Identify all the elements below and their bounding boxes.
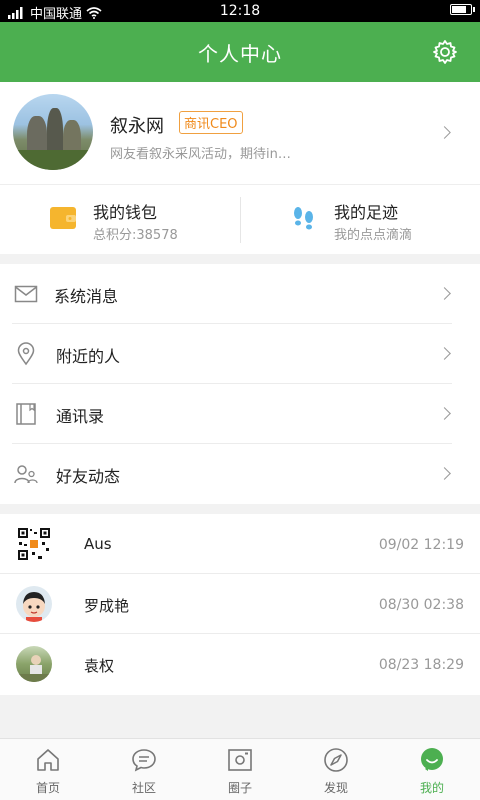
profile-name: 叙永网 — [110, 116, 164, 137]
avatar[interactable] — [13, 94, 93, 170]
wallet-title: 我的钱包 — [93, 203, 158, 222]
compass-icon — [324, 748, 348, 772]
nav-label: 发现 — [323, 781, 348, 795]
menu-item-system-messages[interactable]: 系统消息 — [0, 264, 480, 324]
footprint-button[interactable]: 我的足迹 我的点点滴滴 — [241, 185, 480, 255]
gear-icon[interactable] — [432, 39, 458, 65]
battery-icon — [450, 4, 475, 15]
profile-subtitle: 网友看叙永采风活动，期待in… — [110, 147, 291, 162]
profile-face-icon — [421, 748, 443, 771]
menu-label: 附近的人 — [56, 347, 121, 366]
chat-time: 09/02 12:19 — [378, 537, 464, 553]
chat-row[interactable]: 罗成艳 08/30 02:38 — [0, 574, 480, 634]
menu-item-nearby[interactable]: 附近的人 — [0, 324, 480, 384]
nav-label: 社区 — [131, 781, 156, 795]
footprint-title: 我的足迹 — [334, 203, 399, 222]
chat-bubble-icon — [132, 749, 156, 772]
role-badge: 商讯CEO — [179, 111, 243, 134]
photo-avatar — [16, 646, 52, 682]
wallet-footprint-row: 我的钱包 总积分:38578 我的足迹 我的点点滴滴 — [0, 184, 480, 254]
menu-item-friend-feed[interactable]: 好友动态 — [0, 444, 480, 504]
menu-label: 好友动态 — [56, 467, 121, 486]
status-right — [450, 4, 475, 15]
app-header: 个人中心 — [0, 22, 480, 82]
profile-card[interactable]: 叙永网 商讯CEO 网友看叙永采风活动，期待in… — [0, 82, 480, 184]
nav-label: 圈子 — [227, 781, 252, 795]
nav-community[interactable]: 社区 — [96, 739, 192, 800]
qr-code-avatar — [16, 526, 52, 562]
status-time: 12:18 — [219, 3, 261, 19]
wallet-button[interactable]: 我的钱包 总积分:38578 — [0, 185, 240, 255]
nav-label: 首页 — [35, 781, 60, 795]
home-icon — [37, 749, 59, 771]
chat-row[interactable]: Aus 09/02 12:19 — [0, 514, 480, 574]
nav-label: 我的 — [419, 781, 444, 795]
chat-row[interactable]: 袁权 08/23 18:29 — [0, 634, 480, 694]
page-title: 个人中心 — [198, 42, 282, 66]
menu-item-contacts[interactable]: 通讯录 — [0, 384, 480, 444]
chat-name: 袁权 — [84, 657, 115, 675]
wallet-points: 总积分:38578 — [93, 228, 178, 243]
chat-time: 08/23 18:29 — [378, 657, 464, 673]
status-bar: 中国联通 12:18 — [0, 0, 480, 22]
chevron-right-icon — [438, 347, 451, 360]
nav-home[interactable]: 首页 — [0, 739, 96, 800]
chat-name: Aus — [84, 535, 112, 553]
chevron-right-icon — [438, 467, 451, 480]
cartoon-avatar — [16, 586, 52, 622]
footprint-sub: 我的点点滴滴 — [334, 228, 413, 243]
chevron-right-icon — [438, 126, 451, 139]
chat-time: 08/30 02:38 — [378, 597, 464, 613]
chevron-right-icon — [438, 287, 451, 300]
wallet-icon — [50, 207, 76, 229]
mail-icon — [14, 285, 38, 303]
contacts-book-icon — [16, 403, 36, 425]
nav-circle[interactable]: 圈子 — [192, 739, 288, 800]
friends-icon — [14, 465, 38, 484]
nav-discover[interactable]: 发现 — [288, 739, 384, 800]
camera-frame-icon — [228, 749, 252, 771]
menu-label: 通讯录 — [56, 407, 105, 426]
menu-list: 系统消息 附近的人 通讯录 好友动态 — [0, 264, 480, 504]
menu-label: 系统消息 — [54, 287, 119, 306]
chat-name: 罗成艳 — [84, 597, 130, 615]
chevron-right-icon — [438, 407, 451, 420]
recent-chats: Aus 09/02 12:19 罗成艳 08/30 02:38 袁权 08/23… — [0, 514, 480, 695]
footprint-icon — [294, 207, 313, 230]
nav-mine[interactable]: 我的 — [384, 739, 480, 800]
bottom-nav: 首页 社区 圈子 发现 我的 — [0, 738, 480, 800]
location-pin-icon — [17, 342, 35, 366]
